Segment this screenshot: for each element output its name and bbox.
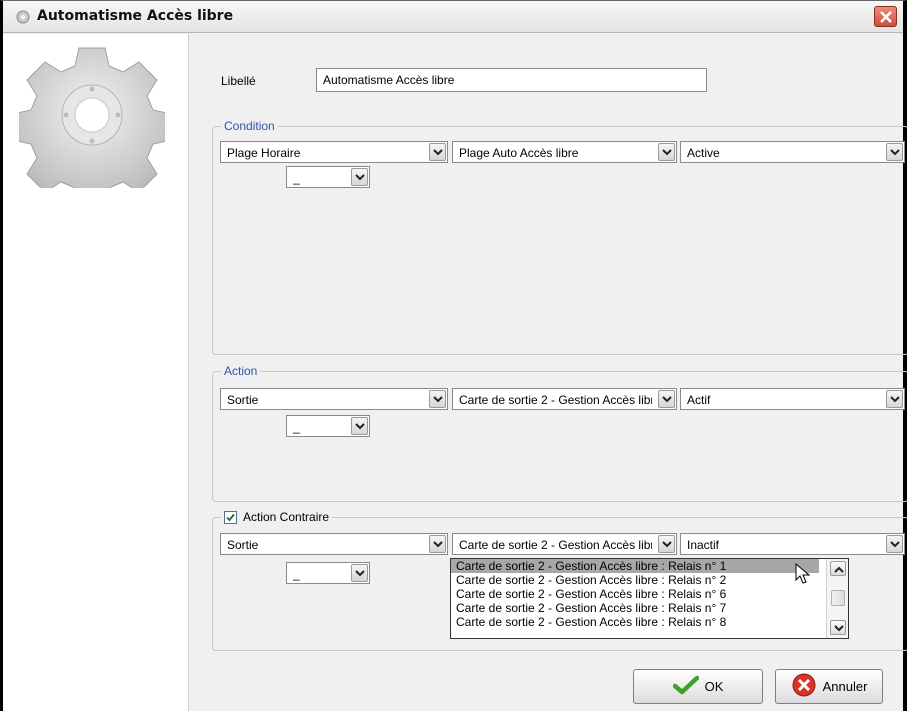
contraire-state-value: Inactif bbox=[687, 538, 720, 552]
scroll-up-button[interactable] bbox=[830, 561, 846, 576]
gear-icon bbox=[12, 42, 172, 207]
condition-state-value: Active bbox=[687, 146, 720, 160]
contraire-target-select[interactable]: Carte de sortie 2 - Gestion Accès libre … bbox=[452, 533, 677, 555]
checkmark-icon bbox=[226, 513, 235, 521]
action-state-value: Actif bbox=[687, 393, 711, 407]
cancel-icon bbox=[791, 672, 817, 701]
chevron-down-icon[interactable] bbox=[658, 390, 675, 408]
chevron-down-icon[interactable] bbox=[886, 535, 903, 553]
condition-source-value: Plage Auto Accès libre bbox=[459, 146, 579, 160]
condition-source-select[interactable]: Plage Auto Accès libre bbox=[452, 141, 677, 163]
action-contraire-label: Action Contraire bbox=[243, 510, 330, 524]
condition-operator-select[interactable]: _ bbox=[286, 166, 370, 188]
action-operator-value: _ bbox=[293, 420, 300, 434]
dropdown-option[interactable]: Carte de sortie 2 - Gestion Accès libre … bbox=[451, 615, 848, 629]
chevron-down-icon[interactable] bbox=[351, 168, 368, 186]
relais-dropdown-list[interactable]: Carte de sortie 2 - Gestion Accès libre … bbox=[450, 558, 849, 639]
scroll-thumb[interactable] bbox=[831, 590, 845, 606]
scroll-down-button[interactable] bbox=[830, 620, 846, 635]
title-bar[interactable]: Automatisme Accès libre bbox=[3, 1, 903, 33]
contraire-state-select[interactable]: Inactif bbox=[680, 533, 905, 555]
dialog-window: Automatisme Accès libre Libellé Automati… bbox=[0, 0, 907, 711]
action-operator-select[interactable]: _ bbox=[286, 415, 370, 437]
checkmark-icon bbox=[672, 675, 699, 698]
condition-legend: Condition bbox=[221, 119, 278, 133]
close-button[interactable] bbox=[874, 6, 897, 27]
window-title: Automatisme Accès libre bbox=[37, 8, 234, 24]
chevron-down-icon[interactable] bbox=[351, 564, 368, 582]
condition-type-select[interactable]: Plage Horaire bbox=[220, 141, 448, 163]
chevron-down-icon[interactable] bbox=[429, 535, 446, 553]
action-target-select[interactable]: Carte de sortie 2 - Gestion Accès libre … bbox=[452, 388, 677, 410]
chevron-down-icon[interactable] bbox=[886, 143, 903, 161]
chevron-down-icon[interactable] bbox=[658, 143, 675, 161]
dropdown-option[interactable]: Carte de sortie 2 - Gestion Accès libre … bbox=[451, 573, 848, 587]
dropdown-option[interactable]: Carte de sortie 2 - Gestion Accès libre … bbox=[451, 559, 819, 573]
condition-type-value: Plage Horaire bbox=[227, 146, 301, 160]
libelle-label: Libellé bbox=[221, 74, 256, 88]
action-legend: Action bbox=[221, 364, 261, 378]
chevron-down-icon[interactable] bbox=[886, 390, 903, 408]
sidebar-panel bbox=[3, 34, 189, 711]
condition-state-select[interactable]: Active bbox=[680, 141, 905, 163]
cancel-button[interactable]: Annuler bbox=[775, 669, 883, 704]
action-state-select[interactable]: Actif bbox=[680, 388, 905, 410]
action-type-select[interactable]: Sortie bbox=[220, 388, 448, 410]
ok-label: OK bbox=[704, 679, 724, 694]
action-target-value: Carte de sortie 2 - Gestion Accès libre … bbox=[459, 393, 652, 407]
contraire-operator-select[interactable]: _ bbox=[286, 562, 370, 584]
contraire-operator-value: _ bbox=[293, 567, 300, 581]
libelle-input[interactable]: Automatisme Accès libre bbox=[316, 68, 707, 92]
dropdown-option[interactable]: Carte de sortie 2 - Gestion Accès libre … bbox=[451, 587, 848, 601]
dropdown-scrollbar[interactable] bbox=[826, 559, 848, 638]
contraire-type-value: Sortie bbox=[227, 538, 259, 552]
contraire-target-value: Carte de sortie 2 - Gestion Accès libre … bbox=[459, 538, 652, 552]
chevron-down-icon[interactable] bbox=[429, 143, 446, 161]
action-type-value: Sortie bbox=[227, 393, 259, 407]
dropdown-option[interactable]: Carte de sortie 2 - Gestion Accès libre … bbox=[451, 601, 848, 615]
condition-operator-value: _ bbox=[293, 171, 300, 185]
cancel-label: Annuler bbox=[822, 679, 868, 694]
chevron-down-icon[interactable] bbox=[658, 535, 675, 553]
ok-button[interactable]: OK bbox=[633, 669, 763, 704]
chevron-down-icon[interactable] bbox=[351, 417, 368, 435]
chevron-down-icon[interactable] bbox=[429, 390, 446, 408]
gear-icon bbox=[15, 9, 31, 28]
mouse-cursor-icon bbox=[795, 562, 811, 588]
contraire-type-select[interactable]: Sortie bbox=[220, 533, 448, 555]
action-contraire-checkbox[interactable] bbox=[224, 510, 237, 524]
action-contraire-legend: Action Contraire bbox=[221, 510, 333, 524]
